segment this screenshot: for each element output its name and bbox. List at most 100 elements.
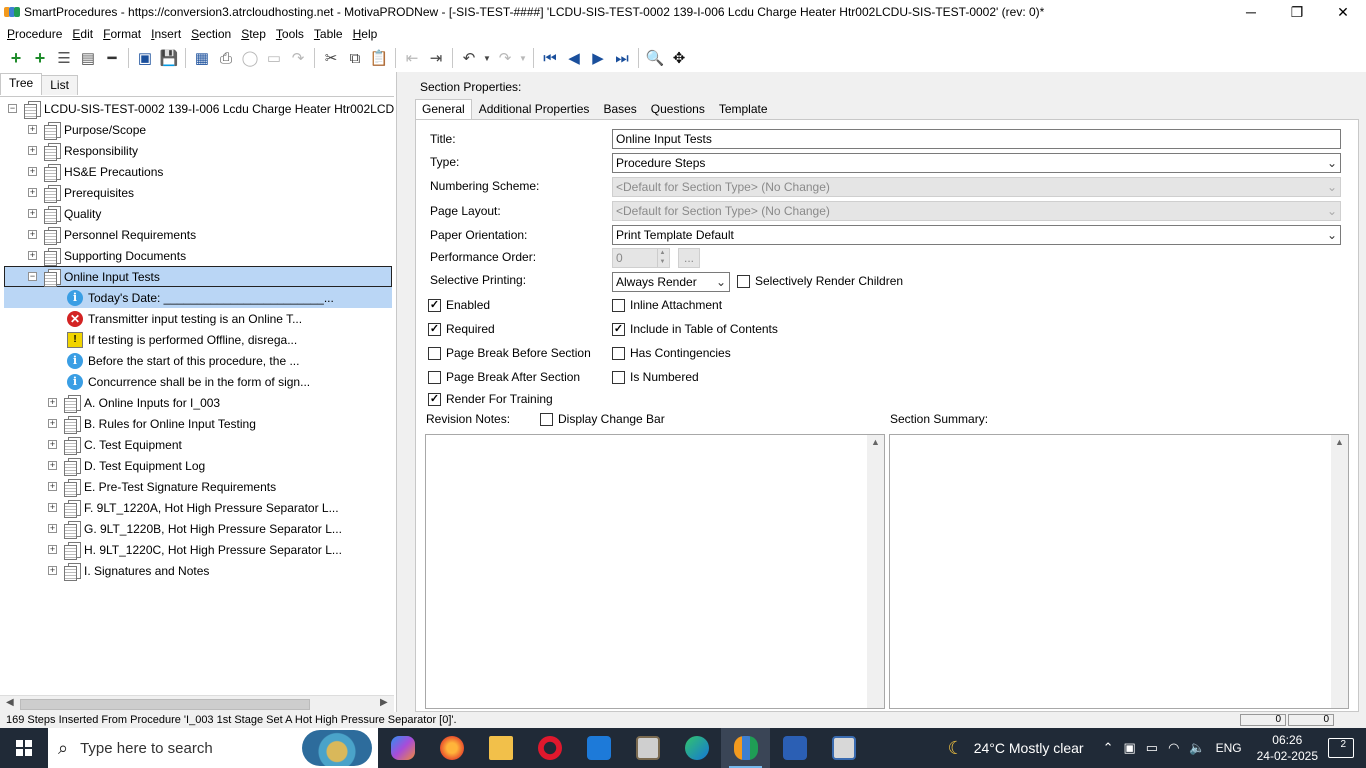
tree-section[interactable]: + Personnel Requirements [28,224,196,245]
tree-subsection[interactable]: + H. 9LT_1220C, Hot High Pressure Separat… [48,539,342,560]
notifications-button[interactable]: 2 [1328,738,1354,758]
tree-step[interactable]: ! If testing is performed Offline, disreg… [67,329,297,350]
start-button[interactable] [0,728,48,768]
tree-root[interactable]: − LCDU-SIS-TEST-0002 139-I-006 Lcdu Char… [8,98,394,119]
scroll-left-icon[interactable]: ◀ [6,697,14,708]
cut-icon[interactable]: ✂ [319,46,343,70]
expand-icon[interactable]: + [48,398,57,407]
close-button[interactable]: ✕ [1320,0,1366,24]
scrollbar-thumb[interactable] [20,699,310,710]
weather-moon-icon[interactable]: ☾ [948,738,964,759]
preview-icon[interactable]: ▦ [190,46,214,70]
tab-tree[interactable]: Tree [0,73,43,95]
tree-section[interactable]: + Quality [28,203,101,224]
properties-icon[interactable]: ☰ [52,46,76,70]
taskbar-copilot[interactable] [378,728,427,768]
add-icon[interactable]: + [4,46,28,70]
expand-icon[interactable]: + [28,125,37,134]
redo-step-icon[interactable]: ↷ [286,46,310,70]
tree-horizontal-scrollbar[interactable]: ◀ ▶ [0,695,394,712]
save-icon[interactable]: 💾 [157,46,181,70]
redo-dropdown-icon[interactable]: ▼ [517,46,529,70]
weather-text[interactable]: 24°C Mostly clear [974,740,1084,756]
wifi-icon[interactable]: ◠ [1168,740,1179,756]
tab-questions[interactable]: Questions [644,99,712,119]
tree-subsection[interactable]: + G. 9LT_1220B, Hot High Pressure Separat… [48,518,342,539]
include-toc-checkbox[interactable]: ✓ Include in Table of Contents [612,322,778,336]
page-break-after-checkbox[interactable]: Page Break After Section [428,370,580,384]
menu-section[interactable]: Section [186,27,236,41]
expand-icon[interactable]: + [48,566,57,575]
type-select[interactable]: Procedure Steps ⌄ [612,153,1341,173]
section-summary-textarea[interactable]: ▲ [889,434,1349,709]
menu-insert[interactable]: Insert [146,27,186,41]
undo-icon[interactable]: ↶ [457,46,481,70]
tab-bases[interactable]: Bases [596,99,643,119]
is-numbered-checkbox[interactable]: Is Numbered [612,370,699,384]
tab-additional-properties[interactable]: Additional Properties [472,99,597,119]
tree-section[interactable]: + Prerequisites [28,182,134,203]
tree-step[interactable]: i Before the start of this procedure, the… [67,350,299,371]
tree-section[interactable]: + Supporting Documents [28,245,186,266]
menu-format[interactable]: Format [98,27,146,41]
paste-icon[interactable]: 📋 [367,46,391,70]
redo-icon[interactable]: ↷ [493,46,517,70]
spinner-arrows-icon[interactable]: ▲ ▼ [657,249,667,267]
expand-icon[interactable]: + [28,251,37,260]
taskbar-smartprocedures[interactable] [721,728,770,768]
scroll-up-icon[interactable]: ▲ [1335,437,1344,447]
next-icon[interactable]: ▶ [586,46,610,70]
render-for-training-checkbox[interactable]: ✓ Render For Training [428,392,553,406]
paper-orientation-select[interactable]: Print Template Default ⌄ [612,225,1341,245]
panel-splitter[interactable] [396,72,406,712]
taskbar-remote-app[interactable] [623,728,672,768]
menu-table[interactable]: Table [309,27,348,41]
tree-section-selected[interactable]: − Online Input Tests [4,266,392,287]
tree-section[interactable]: + Purpose/Scope [28,119,146,140]
inline-attachment-checkbox[interactable]: Inline Attachment [612,298,722,312]
expand-icon[interactable]: + [48,461,57,470]
save-all-icon[interactable]: ▣ [133,46,157,70]
expand-icon[interactable]: + [48,482,57,491]
menu-procedure[interactable]: Procedure [2,27,67,41]
expand-icon[interactable]: + [28,209,37,218]
network-device-icon[interactable]: ▣ [1123,740,1135,756]
add-child-icon[interactable]: + [28,46,52,70]
move-icon[interactable]: ✥ [667,46,691,70]
expand-icon[interactable]: + [48,440,57,449]
tree-subsection[interactable]: + C. Test Equipment [48,434,182,455]
collapse-icon[interactable]: − [8,104,17,113]
vertical-scrollbar[interactable]: ▲ [1331,435,1348,708]
maximize-button[interactable]: ❐ [1274,0,1320,24]
performance-order-spinner[interactable]: 0 ▲ ▼ [612,248,670,268]
taskbar-opera[interactable] [525,728,574,768]
collapse-icon[interactable]: − [28,272,37,281]
tree-subsection[interactable]: + D. Test Equipment Log [48,455,205,476]
expand-icon[interactable]: + [48,524,57,533]
tree-subsection[interactable]: + I. Signatures and Notes [48,560,209,581]
taskbar-word[interactable] [770,728,819,768]
scroll-up-icon[interactable]: ▲ [871,437,880,447]
selective-printing-select[interactable]: Always Render ⌄ [612,272,730,292]
expand-icon[interactable]: + [28,146,37,155]
undo-dropdown-icon[interactable]: ▼ [481,46,493,70]
taskbar-file-explorer[interactable] [476,728,525,768]
tree-section[interactable]: + HS&E Precautions [28,161,163,182]
tree-step[interactable]: ✕ Transmitter input testing is an Online … [67,308,302,329]
outdent-icon[interactable]: ⇤ [400,46,424,70]
previous-icon[interactable]: ◀ [562,46,586,70]
expand-icon[interactable]: + [48,503,57,512]
frame-icon[interactable]: ▭ [262,46,286,70]
tree-step[interactable]: i Concurrence shall be in the form of sig… [67,371,310,392]
copy-icon[interactable]: ⧉ [343,46,367,70]
display-change-bar-checkbox[interactable]: Display Change Bar [540,412,665,426]
performance-order-button[interactable]: ... [678,248,700,268]
tree-step[interactable]: i Today's Date: ________________________.… [4,287,392,308]
taskbar-tool[interactable] [819,728,868,768]
language-indicator[interactable]: ENG [1216,741,1242,755]
chevron-up-icon[interactable]: ⌃ [1103,740,1114,756]
find-icon[interactable]: 🔍 [643,46,667,70]
selectively-render-children-checkbox[interactable]: Selectively Render Children [737,274,903,288]
revision-notes-textarea[interactable]: ▲ [425,434,885,709]
tree-subsection[interactable]: + F. 9LT_1220A, Hot High Pressure Separat… [48,497,339,518]
